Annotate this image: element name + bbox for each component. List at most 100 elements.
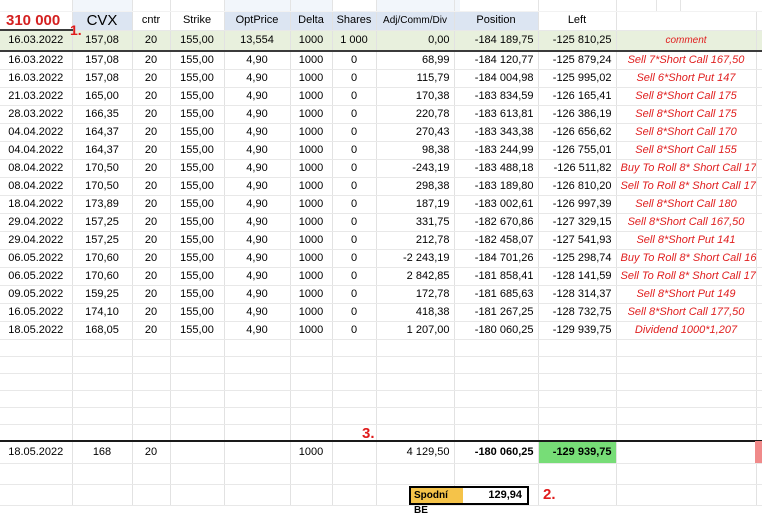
cell-strike: 155,00 xyxy=(170,232,224,250)
cell-gap xyxy=(756,106,762,124)
table-row[interactable]: 04.04.2022164,3720155,004,9010000270,43-… xyxy=(0,124,762,142)
empty-cell xyxy=(616,425,756,442)
cell-shares: 0 xyxy=(332,70,376,88)
empty-cell xyxy=(332,374,376,391)
empty-cell xyxy=(616,357,756,374)
empty-cell xyxy=(756,340,762,357)
cell-gap xyxy=(756,178,762,196)
table-row[interactable]: 16.03.2022157,0820155,004,9010000115,79-… xyxy=(0,70,762,88)
cell-strike: 155,00 xyxy=(170,51,224,70)
table-row[interactable]: 16.03.2022157,0820155,004,901000068,99-1… xyxy=(0,51,762,70)
empty-cell xyxy=(376,425,454,442)
empty-cell xyxy=(756,425,762,442)
cell-position: -181 267,25 xyxy=(454,304,538,322)
empty-row[interactable] xyxy=(0,357,762,374)
table-row[interactable]: 06.05.2022170,6020155,004,90100002 842,8… xyxy=(0,268,762,286)
summary-date: 18.05.2022 xyxy=(0,441,72,464)
summary-position: -180 060,25 xyxy=(454,441,538,464)
summary-price: 168 xyxy=(72,441,132,464)
cell-delta: 1000 xyxy=(290,70,332,88)
empty-cell xyxy=(756,374,762,391)
cell-price: 157,25 xyxy=(72,214,132,232)
empty-row[interactable] xyxy=(0,374,762,391)
empty-row[interactable] xyxy=(0,340,762,357)
cell-position: -183 613,81 xyxy=(454,106,538,124)
cell-left: -128 141,59 xyxy=(538,268,616,286)
cell-adj: 2 842,85 xyxy=(376,268,454,286)
cell-price: 166,35 xyxy=(72,106,132,124)
cell-cntr: 20 xyxy=(132,142,170,160)
summary-row: 18.05.2022 168 20 1000 4 129,50 -180 060… xyxy=(0,441,762,464)
cell-strike: 155,00 xyxy=(170,70,224,88)
cell-cntr: 20 xyxy=(132,322,170,340)
cell-price: 170,50 xyxy=(72,178,132,196)
cell-position: -182 670,86 xyxy=(454,214,538,232)
empty-cell xyxy=(538,374,616,391)
empty-cell xyxy=(538,425,616,442)
cell-optprice: 4,90 xyxy=(224,88,290,106)
empty-cell xyxy=(376,391,454,408)
empty-cell xyxy=(0,357,72,374)
table-row[interactable]: 04.04.2022164,3720155,004,901000098,38-1… xyxy=(0,142,762,160)
cell-date: 29.04.2022 xyxy=(0,214,72,232)
table-row[interactable]: 16.03.2022157,0820155,0013,55410001 0000… xyxy=(0,30,762,51)
table-row[interactable]: 06.05.2022170,6020155,004,9010000-2 243,… xyxy=(0,250,762,268)
cell-position: -182 458,07 xyxy=(454,232,538,250)
empty-cell xyxy=(756,408,762,425)
cell-adj: 270,43 xyxy=(376,124,454,142)
cell-shares: 0 xyxy=(332,268,376,286)
cell-optprice: 4,90 xyxy=(224,142,290,160)
column-header-shares: Shares xyxy=(332,12,376,30)
column-header-optprice: OptPrice xyxy=(224,12,290,30)
cell-date: 18.05.2022 xyxy=(0,322,72,340)
cell-shares: 0 xyxy=(332,286,376,304)
empty-cell xyxy=(538,340,616,357)
table-row[interactable]: 08.04.2022170,5020155,004,9010000-243,19… xyxy=(0,160,762,178)
cell-position: -183 343,38 xyxy=(454,124,538,142)
cell-gap xyxy=(756,160,762,178)
cell-left: -126 810,20 xyxy=(538,178,616,196)
empty-cell xyxy=(538,408,616,425)
cell-left: -128 314,37 xyxy=(538,286,616,304)
empty-row[interactable] xyxy=(0,408,762,425)
cell-optprice: 4,90 xyxy=(224,160,290,178)
spodni-be-box[interactable]: Spodní BE 129,94 xyxy=(409,486,529,505)
cell-date: 16.05.2022 xyxy=(0,304,72,322)
table-row[interactable]: 09.05.2022159,2520155,004,9010000172,78-… xyxy=(0,286,762,304)
cell-shares: 0 xyxy=(332,51,376,70)
table-row[interactable]: 08.04.2022170,5020155,004,9010000298,38-… xyxy=(0,178,762,196)
cell-cntr: 20 xyxy=(132,214,170,232)
empty-cell xyxy=(72,408,132,425)
table-row[interactable]: 16.05.2022174,1020155,004,9010000418,38-… xyxy=(0,304,762,322)
empty-cell xyxy=(454,340,538,357)
table-row[interactable]: 29.04.2022157,2520155,004,9010000212,78-… xyxy=(0,232,762,250)
cell-cntr: 20 xyxy=(132,250,170,268)
summary-block: 18.05.2022 168 20 1000 4 129,50 -180 060… xyxy=(0,440,762,506)
cell-shares: 1 000 xyxy=(332,30,376,51)
table-row[interactable]: 28.03.2022166,3520155,004,9010000220,78-… xyxy=(0,106,762,124)
cell-strike: 155,00 xyxy=(170,30,224,51)
cell-price: 157,08 xyxy=(72,70,132,88)
cell-date: 16.03.2022 xyxy=(0,51,72,70)
column-header-adj: Adj/Comm/Div xyxy=(376,12,454,30)
summary-comment xyxy=(616,441,756,464)
table-row[interactable]: 21.03.2022165,0020155,004,9010000170,38-… xyxy=(0,88,762,106)
empty-cell xyxy=(616,374,756,391)
table-row[interactable]: 29.04.2022157,2520155,004,9010000331,75-… xyxy=(0,214,762,232)
cell-date: 18.04.2022 xyxy=(0,196,72,214)
summary-optprice xyxy=(224,441,290,464)
empty-cell xyxy=(376,408,454,425)
empty-cell xyxy=(0,391,72,408)
empty-cell xyxy=(290,340,332,357)
cell-optprice: 4,90 xyxy=(224,232,290,250)
table-row[interactable]: 18.05.2022168,0520155,004,90100001 207,0… xyxy=(0,322,762,340)
cell-delta: 1000 xyxy=(290,196,332,214)
cell-left: -129 939,75 xyxy=(538,322,616,340)
cell-comment: Sell 8*Short Call 177,50 xyxy=(616,304,756,322)
empty-row[interactable] xyxy=(0,425,762,442)
table-row[interactable]: 18.04.2022173,8920155,004,9010000187,19-… xyxy=(0,196,762,214)
empty-row[interactable] xyxy=(0,391,762,408)
cell-shares: 0 xyxy=(332,142,376,160)
summary-spacer-row xyxy=(0,464,762,485)
column-header-cntr: cntr xyxy=(132,12,170,30)
